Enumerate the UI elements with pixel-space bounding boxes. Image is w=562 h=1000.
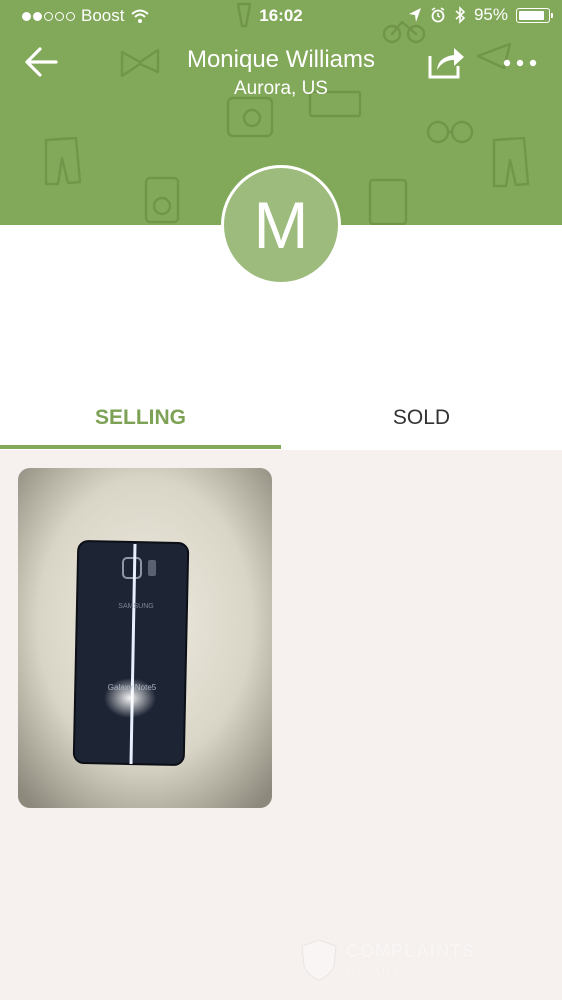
watermark-logo: COMPLAINTS BOARD	[300, 935, 540, 985]
battery-icon	[516, 7, 553, 23]
alarm-icon	[431, 7, 445, 23]
battery-percent: 95%	[473, 5, 508, 24]
more-options-icon[interactable]	[500, 50, 540, 76]
listing-item[interactable]: SAMSUNG Galaxy Note5	[18, 468, 272, 808]
profile-location: Aurora, US	[234, 78, 328, 99]
phone-image	[72, 540, 190, 766]
share-icon[interactable]	[424, 42, 466, 82]
watermark-line1: COMPLAINTS	[346, 941, 475, 961]
bluetooth-icon	[455, 6, 466, 24]
avatar[interactable]: M	[221, 165, 341, 285]
listing-photo: SAMSUNG Galaxy Note5	[18, 468, 272, 808]
profile-name: Monique Williams	[186, 46, 376, 73]
phone-brand-label: SAMSUNG	[118, 603, 153, 610]
tab-sold[interactable]: SOLD	[281, 390, 562, 450]
listings-grid: SAMSUNG Galaxy Note5	[0, 450, 562, 1000]
listing-tabs: SELLING SOLD	[0, 390, 562, 450]
active-tab-indicator	[0, 445, 281, 449]
phone-model-label: Galaxy Note5	[108, 683, 157, 692]
avatar-initial: M	[253, 188, 309, 262]
tab-selling[interactable]: SELLING	[0, 390, 281, 450]
location-arrow-icon	[408, 8, 421, 22]
watermark-line2: BOARD	[346, 961, 406, 977]
shield-icon	[301, 939, 337, 981]
status-bar: Boost 16:02 95%	[0, 0, 562, 34]
